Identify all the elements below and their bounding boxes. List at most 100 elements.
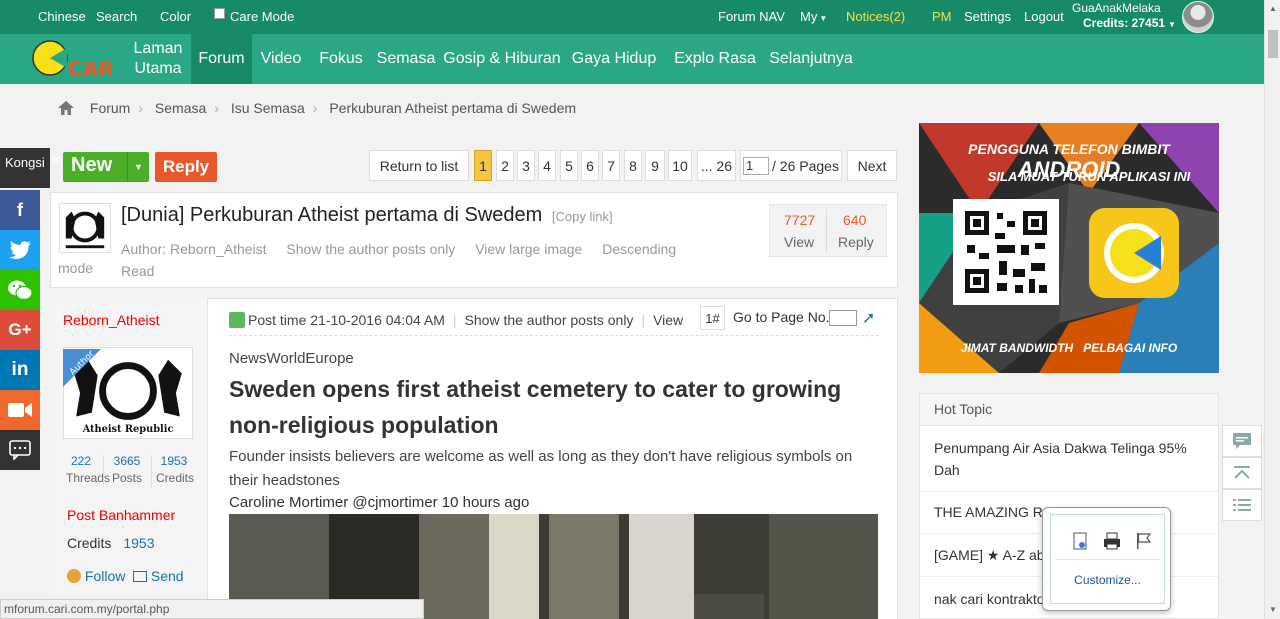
wechat-share-icon[interactable] [0, 270, 40, 310]
send-message-link[interactable]: Send [133, 568, 184, 584]
breadcrumb-isu-semasa[interactable]: Isu Semasa [231, 100, 305, 116]
new-thread-button[interactable]: New ▼ [63, 152, 149, 182]
page-5-link[interactable]: 5 [560, 150, 578, 181]
home-icon[interactable] [58, 101, 74, 115]
show-author-only-link[interactable]: Show the author posts only [286, 241, 455, 257]
customize-link[interactable]: Customize... [1051, 573, 1164, 587]
browser-status-bar: mforum.cari.com.my/portal.php [0, 599, 424, 619]
page-6-link[interactable]: 6 [581, 150, 599, 181]
android-app-ad[interactable]: PENGGUNA TELEFON BIMBIT ANDROID SILA MUA… [919, 123, 1219, 373]
comment-tool-icon[interactable] [1222, 425, 1262, 457]
follow-link[interactable]: Follow [67, 568, 125, 584]
breadcrumb-forum[interactable]: Forum [90, 100, 130, 116]
googleplus-share-icon[interactable]: G+ [0, 310, 40, 350]
list-tool-icon[interactable] [1222, 489, 1262, 521]
scroll-up-arrow-icon[interactable]: ▲ [1269, 4, 1277, 13]
descending-link[interactable]: Descending [602, 241, 676, 257]
breadcrumb: Forum › Semasa › Isu Semasa › Perkuburan At… [58, 100, 576, 120]
nav-forum[interactable]: Forum [191, 34, 252, 84]
nav-video[interactable]: Video [258, 34, 304, 84]
nav-semasa[interactable]: Semasa [376, 34, 436, 84]
thread-author-link[interactable]: Author: Reborn_Atheist [121, 241, 267, 257]
nav-gaya-hidup[interactable]: Gaya Hidup [570, 34, 658, 84]
page-scrollbar[interactable]: ▲ ▼ [1264, 0, 1280, 619]
thread-author-avatar[interactable] [59, 203, 111, 253]
post-floor-number[interactable]: 1# [700, 306, 725, 330]
my-menu[interactable]: My ▼ [800, 9, 827, 24]
user-avatar[interactable] [1182, 1, 1214, 33]
back-to-top-icon[interactable] [1222, 457, 1262, 489]
color-link[interactable]: Color [160, 9, 191, 24]
chinese-link[interactable]: Chinese [38, 9, 86, 24]
toolbar-popup: Customize... [1042, 507, 1171, 611]
nav-laman-utama[interactable]: Laman Utama [126, 34, 190, 84]
hot-topic-item[interactable]: Penumpang Air Asia Dakwa Telinga 95% Dah [934, 437, 1204, 481]
logout-link[interactable]: Logout [1024, 9, 1064, 24]
breadcrumb-current-thread[interactable]: Perkuburan Atheist pertama di Swedem [329, 100, 576, 116]
pm-link[interactable]: PM [932, 9, 952, 24]
post-view-link[interactable]: View [653, 312, 683, 328]
printer-icon[interactable] [1102, 531, 1122, 551]
forum-nav-link[interactable]: Forum NAV [718, 9, 785, 24]
post-show-author-only-link[interactable]: Show the author posts only [465, 312, 634, 328]
post-time: Post time 21-10-2016 04:04 AM [248, 312, 445, 328]
goto-arrow-icon[interactable]: ➚ [862, 308, 875, 328]
logo-text: CARI [68, 57, 116, 80]
return-to-list-button[interactable]: Return to list [369, 150, 469, 181]
nav-explo-rasa[interactable]: Explo Rasa [674, 34, 756, 84]
message-share-icon[interactable] [0, 430, 40, 470]
read-mode-link-cont[interactable]: mode [58, 260, 93, 276]
document-icon[interactable] [1070, 531, 1090, 551]
page-9-link[interactable]: 9 [645, 150, 665, 181]
author-badge: Author [63, 349, 101, 387]
view-large-image-link[interactable]: View large image [475, 241, 582, 257]
user-credits-stat[interactable]: 1953 Credits [156, 453, 194, 487]
care-mode-label[interactable]: Care Mode [230, 9, 294, 24]
twitter-share-icon[interactable] [0, 230, 40, 270]
linkedin-share-icon[interactable]: in [0, 350, 40, 390]
cari-logo[interactable]: CARI [32, 38, 116, 80]
breadcrumb-semasa[interactable]: Semasa [155, 100, 206, 116]
user-posts-stat[interactable]: 3665 Posts [110, 453, 144, 487]
post-author-name[interactable]: Reborn_Atheist [63, 312, 160, 328]
page-last-link[interactable]: ... 26 [697, 150, 736, 181]
nav-gosip-hiburan[interactable]: Gosip & Hiburan [442, 34, 562, 84]
reply-count: 640 [843, 212, 867, 228]
scroll-thumb[interactable] [1268, 30, 1278, 58]
page-3-link[interactable]: 3 [517, 150, 535, 181]
facebook-share-icon[interactable]: f [0, 190, 40, 230]
nav-laman-line1: Laman [133, 40, 183, 57]
top-bar: Chinese Search Color Care Mode Forum NAV… [0, 0, 1264, 34]
page-10-link[interactable]: 10 [668, 150, 692, 181]
page-4-link[interactable]: 4 [538, 150, 556, 181]
read-mode-link[interactable]: Read [121, 263, 154, 279]
nav-selanjutnya[interactable]: Selanjutnya [766, 34, 856, 84]
user-threads-stat[interactable]: 222 Threads [66, 453, 110, 487]
reply-button[interactable]: Reply [155, 152, 217, 182]
page-jump-input[interactable]: 1 [743, 156, 770, 175]
goto-page-input[interactable] [829, 310, 857, 326]
user-block[interactable]: GuaAnakMelaka Credits: 27451 ▼ [1072, 1, 1176, 32]
post-banhammer-link[interactable]: Post Banhammer [67, 507, 175, 523]
page-2-link[interactable]: 2 [496, 150, 514, 181]
page-total: / 26 Pages [772, 157, 839, 174]
next-page-button[interactable]: Next [847, 150, 897, 181]
copy-link[interactable]: [Copy link] [552, 209, 613, 224]
page-7-link[interactable]: 7 [602, 150, 620, 181]
chevron-down-icon[interactable]: ▼ [127, 152, 149, 182]
collapse-share-icon[interactable]: « [52, 150, 60, 166]
care-mode-checkbox[interactable] [214, 8, 225, 19]
search-link[interactable]: Search [96, 9, 137, 24]
video-share-icon[interactable] [0, 390, 40, 430]
scroll-down-arrow-icon[interactable]: ▼ [1269, 605, 1277, 614]
nav-fokus[interactable]: Fokus [318, 34, 364, 84]
page-8-link[interactable]: 8 [624, 150, 642, 181]
notices-link[interactable]: Notices(2) [846, 9, 905, 24]
flag-icon[interactable] [1134, 531, 1154, 551]
follow-label: Follow [84, 568, 126, 584]
view-count: 7727 [784, 212, 816, 228]
ad-footer-b: PELBAGAI INFO [1083, 341, 1178, 355]
stat-divider [103, 455, 104, 487]
settings-link[interactable]: Settings [964, 9, 1011, 24]
page-1-link[interactable]: 1 [474, 150, 492, 181]
